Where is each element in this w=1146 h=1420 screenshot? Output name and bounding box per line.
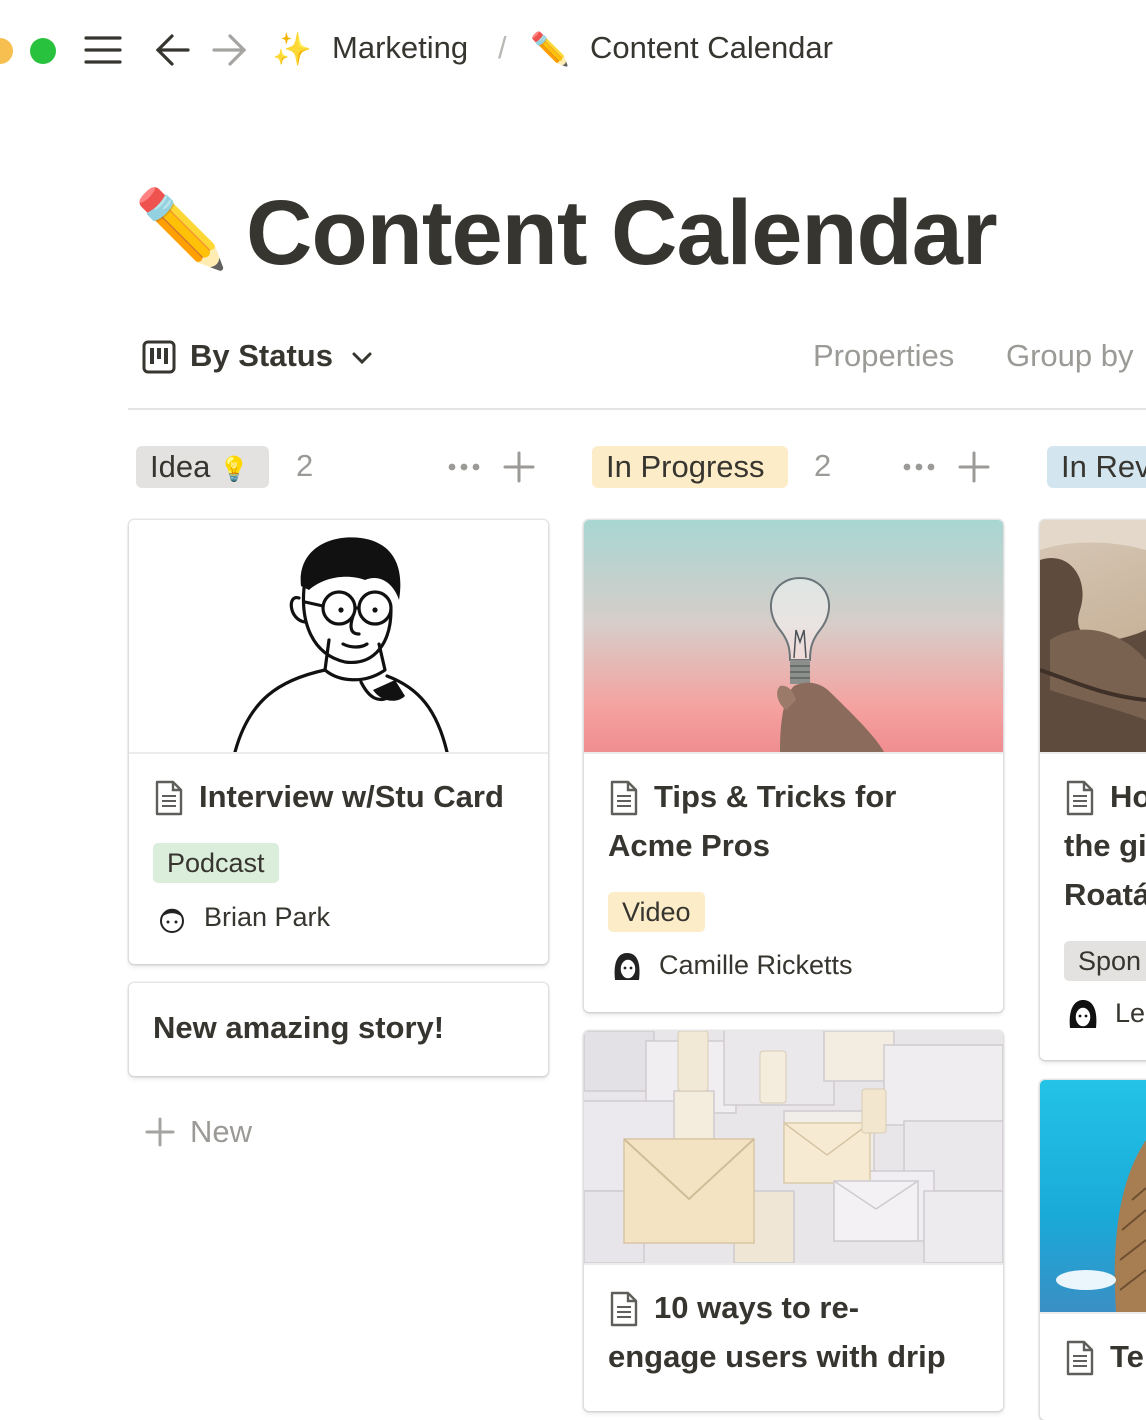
more-options-icon[interactable] bbox=[446, 452, 482, 482]
sidebar-menu-icon[interactable] bbox=[82, 28, 126, 72]
person-name: Brian Park bbox=[204, 902, 331, 932]
window-minimize-button[interactable] bbox=[0, 38, 13, 64]
tag-sponsored: Spon bbox=[1064, 941, 1146, 981]
more-options-icon[interactable] bbox=[901, 452, 937, 482]
group-by-button[interactable]: Group by bbox=[1006, 338, 1134, 374]
breadcrumb-separator: / bbox=[498, 30, 507, 65]
window-zoom-button[interactable] bbox=[30, 38, 56, 64]
cover-divider bbox=[1040, 1312, 1146, 1314]
page-emoji-pencil-icon[interactable]: ✏️ bbox=[134, 180, 229, 280]
board-card[interactable]: Tips & Tricks for Acme Pros Video Camill… bbox=[584, 520, 1003, 1012]
column-name: Idea bbox=[150, 449, 211, 484]
view-selector[interactable]: By Status bbox=[190, 338, 333, 374]
breadcrumb-content-calendar[interactable]: Content Calendar bbox=[590, 30, 833, 66]
column-count: 2 bbox=[814, 448, 832, 483]
lightbulb-icon: 💡 bbox=[218, 456, 249, 483]
portrait-illustration bbox=[233, 537, 449, 752]
avatar-icon bbox=[160, 908, 184, 933]
document-icon bbox=[1066, 1340, 1094, 1376]
properties-button[interactable]: Properties bbox=[813, 338, 954, 374]
document-icon bbox=[610, 1291, 638, 1327]
card-cover-image bbox=[129, 520, 548, 752]
plus-icon bbox=[145, 1117, 175, 1147]
back-arrow-icon[interactable] bbox=[152, 28, 196, 72]
page-title[interactable]: Content Calendar bbox=[246, 178, 998, 288]
person-name: Camille Ricketts bbox=[659, 950, 853, 980]
card-cover-image bbox=[584, 1031, 1003, 1263]
sparkles-icon: ✨ bbox=[272, 31, 312, 67]
column-name: In Progress bbox=[606, 449, 765, 484]
card-cover-image bbox=[1040, 1080, 1146, 1312]
card-cover-image bbox=[584, 520, 1003, 752]
card-title-line-3: Roatá bbox=[1064, 877, 1146, 912]
avatar-icon bbox=[1069, 1000, 1097, 1028]
view-divider bbox=[128, 408, 1146, 410]
add-card-icon[interactable] bbox=[957, 450, 991, 484]
pencil-icon: ✏️ bbox=[530, 31, 570, 67]
card-title-line-2: the gi bbox=[1064, 828, 1146, 863]
cover-divider bbox=[129, 752, 548, 754]
board-card[interactable]: Te bbox=[1040, 1080, 1146, 1420]
card-title-line-1: Tips & Tricks for bbox=[654, 779, 897, 814]
card-title-line-1: 10 ways to re- bbox=[654, 1290, 860, 1325]
tag-video: Video bbox=[608, 892, 705, 932]
cover-divider bbox=[584, 752, 1003, 754]
envelopes-photo bbox=[584, 1031, 1003, 1263]
card-title: Interview w/Stu Card bbox=[199, 779, 504, 814]
card-title-line-2: Acme Pros bbox=[608, 828, 770, 863]
chevron-down-icon[interactable] bbox=[350, 348, 374, 368]
column-header-idea[interactable]: Idea 💡 bbox=[136, 446, 269, 488]
avatar-icon bbox=[614, 953, 640, 980]
column-name: In Rev bbox=[1061, 449, 1146, 484]
person-name: Le bbox=[1115, 998, 1146, 1028]
lightbulb-photo bbox=[770, 576, 884, 752]
new-card-label: New bbox=[190, 1114, 253, 1149]
card-title-line-2: engage users with drip bbox=[608, 1339, 946, 1374]
card-title-line-1: Ho bbox=[1110, 779, 1146, 814]
card-title: New amazing story! bbox=[153, 1010, 445, 1045]
board-card[interactable]: New amazing story! bbox=[129, 983, 548, 1076]
document-icon bbox=[155, 780, 183, 816]
column-count: 2 bbox=[296, 448, 314, 483]
cover-divider bbox=[584, 1263, 1003, 1265]
board-card[interactable]: 10 ways to re- engage users with drip bbox=[584, 1031, 1003, 1411]
cover-divider bbox=[1040, 752, 1146, 754]
breadcrumb-marketing[interactable]: Marketing bbox=[332, 30, 468, 66]
board-card[interactable]: Ho the gi Roatá Spon Le bbox=[1040, 520, 1146, 1060]
pineapple-photo bbox=[1056, 1140, 1146, 1312]
card-title: Te bbox=[1110, 1339, 1144, 1374]
document-icon bbox=[610, 780, 638, 816]
add-card-icon[interactable] bbox=[502, 450, 536, 484]
iguana-photo bbox=[1040, 520, 1146, 752]
column-header-in-progress[interactable]: In Progress bbox=[592, 446, 788, 488]
document-icon bbox=[1066, 780, 1094, 816]
board-view-icon[interactable] bbox=[142, 340, 176, 374]
tag-podcast: Podcast bbox=[153, 843, 279, 883]
board-card[interactable]: Interview w/Stu Card Podcast Brian Park bbox=[129, 520, 548, 964]
forward-arrow-icon[interactable] bbox=[208, 28, 252, 72]
column-header-in-review[interactable]: In Rev bbox=[1047, 446, 1146, 488]
card-cover-image bbox=[1040, 520, 1146, 752]
